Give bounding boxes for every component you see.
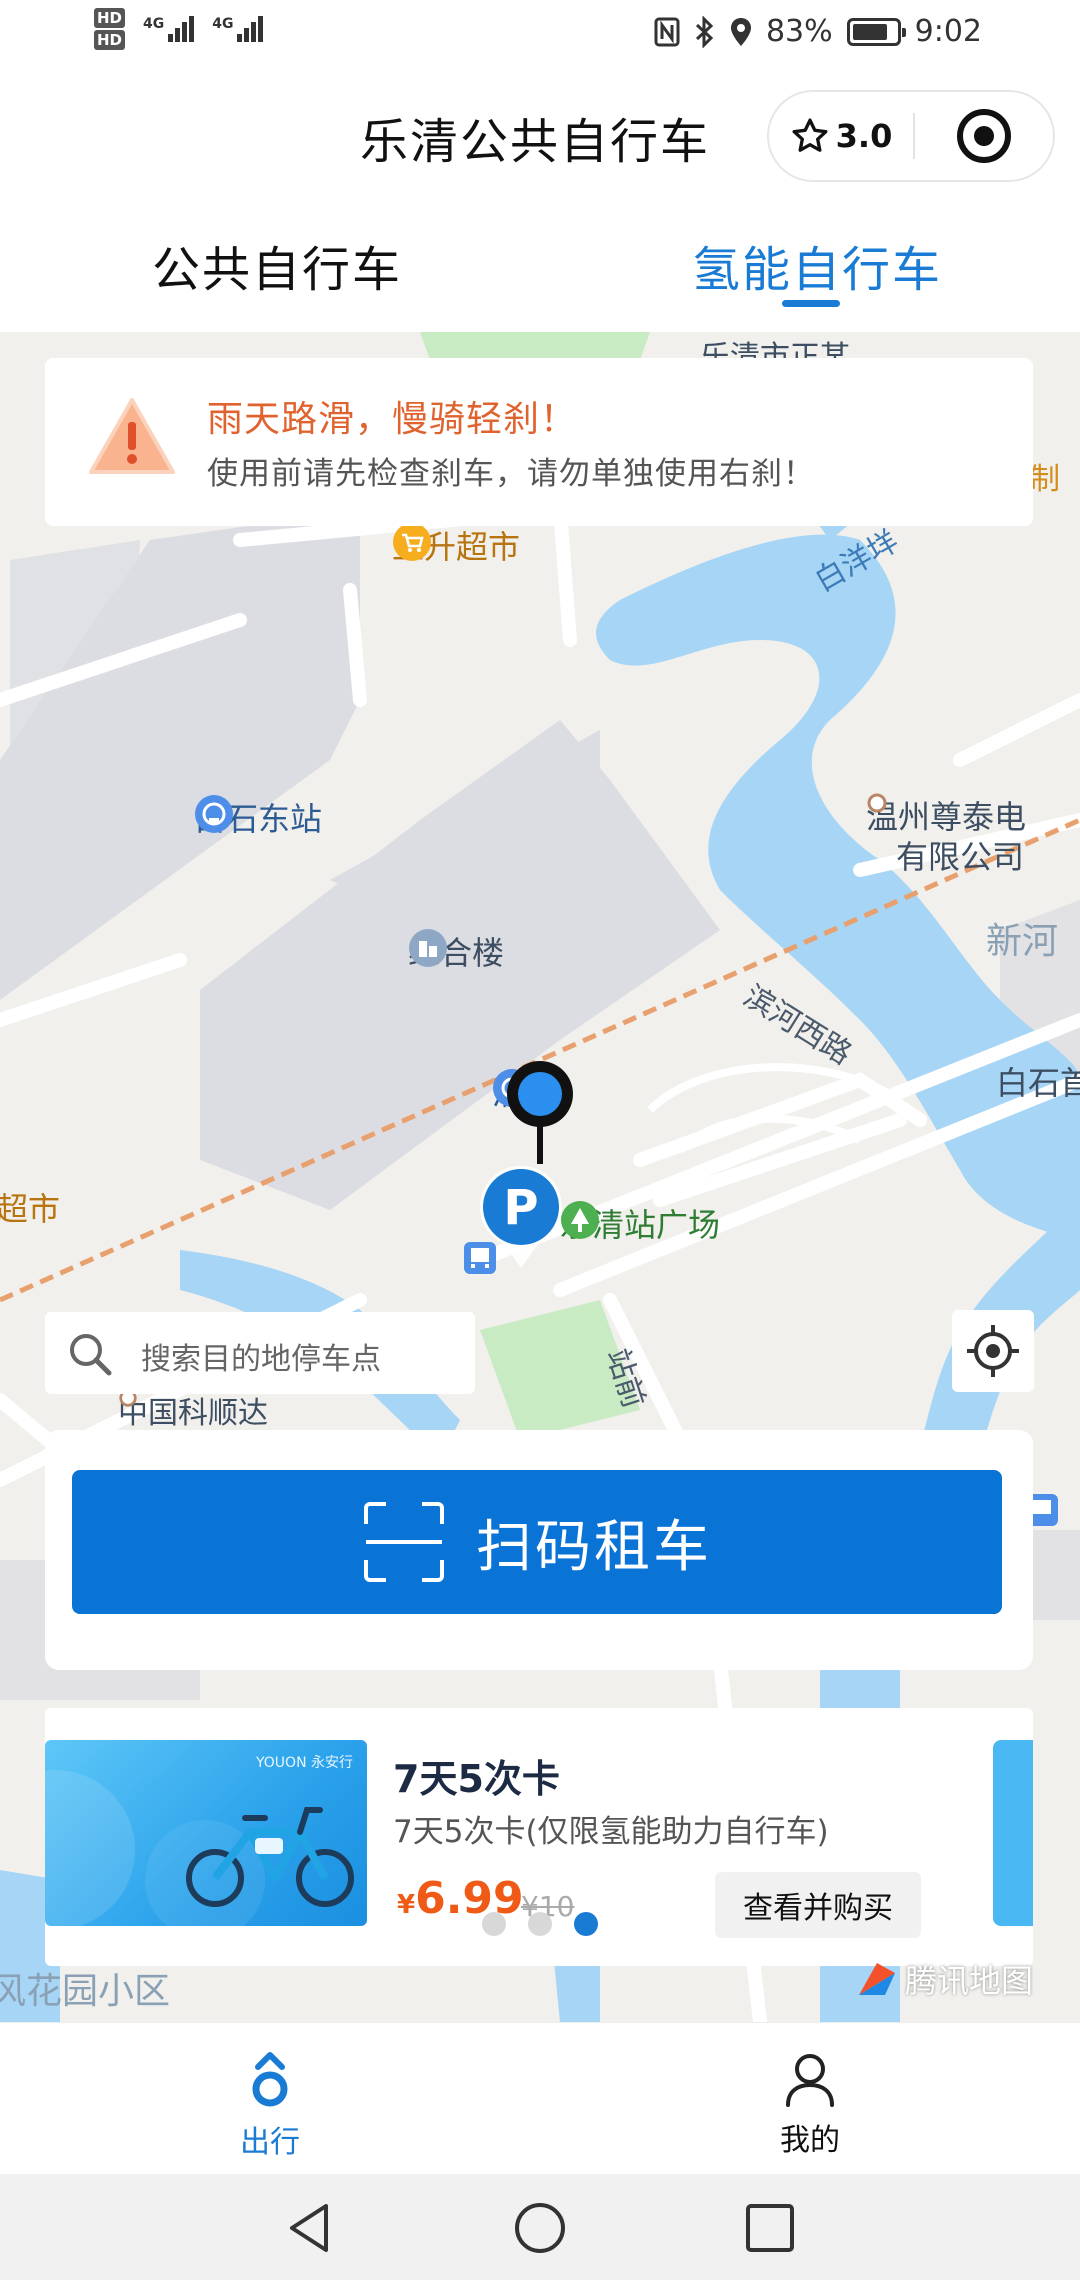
view-and-buy-button[interactable]: 查看并购买 [715, 1872, 921, 1938]
map-label-xinhe: 新河 [986, 921, 1059, 962]
locate-button[interactable] [952, 1310, 1034, 1392]
status-right: 83% 9:02 [654, 14, 982, 49]
tencent-map-logo: 腾讯地图 [855, 1956, 1033, 2002]
poi-dot-icon [867, 793, 887, 813]
train-station-icon [195, 795, 233, 833]
tencent-map-icon [859, 1963, 895, 1995]
battery-icon [846, 17, 906, 46]
nav-travel-label: 出行 [240, 2125, 300, 2160]
mini-program-header: 乐清公共自行车 3.0 [0, 72, 1080, 202]
nav-mine[interactable]: 我的 [730, 2051, 890, 2159]
notice-text: 使用前请先检查刹车，请勿单独使用右刹！ [207, 456, 815, 492]
tab-bar: 公共自行车 氢能自行车 [0, 202, 1080, 332]
map-label-baishi: 白石首 [996, 1064, 1080, 1102]
map-label-plaza: 乐清站广场 [560, 1200, 720, 1246]
ebike-illustration [45, 1770, 354, 1926]
hd-badge-2: HD [94, 30, 126, 50]
carousel-dot-active[interactable] [574, 1912, 598, 1936]
target-icon [957, 109, 1011, 163]
scan-panel: 扫码租车 [45, 1430, 1033, 1670]
map-label-right-edge: 制 [1030, 462, 1060, 497]
search-placeholder: 搜索目的地停车点 [141, 1342, 381, 1377]
rating-button[interactable]: 3.0 [769, 116, 913, 156]
home-icon[interactable] [512, 2200, 568, 2256]
tab-hydrogen-bike[interactable]: 氢能自行车 [692, 230, 942, 300]
promo-image: YOUON 永安行 [45, 1740, 367, 1926]
bottom-nav: 出行 我的 [0, 2022, 1080, 2174]
map-label-market: 超市 [0, 1190, 61, 1228]
clock: 9:02 [914, 14, 982, 49]
battery-percent: 83% [765, 14, 833, 49]
nav-mine-label: 我的 [780, 2123, 840, 2158]
carousel-dots [482, 1912, 598, 1936]
carousel-dot[interactable] [528, 1912, 552, 1936]
crosshair-icon [967, 1325, 1019, 1377]
rating-value: 3.0 [835, 117, 893, 155]
map-label-station-east: 白石东站 [194, 794, 322, 840]
recents-icon[interactable] [742, 2200, 798, 2256]
back-icon[interactable] [282, 2200, 338, 2256]
signal-1-icon: 4G [143, 16, 195, 42]
star-icon [792, 118, 828, 152]
scan-label: 扫码租车 [476, 1514, 712, 1580]
travel-icon [252, 2052, 288, 2107]
map-label-building: 综合楼 [408, 928, 504, 974]
card-description: 7天5次卡(仅限氢能助力自行车) [393, 1814, 829, 1850]
next-card-peek[interactable] [993, 1740, 1033, 1926]
card-title: 7天5次卡 [393, 1757, 560, 1801]
nfc-icon [654, 17, 680, 46]
safety-notice: 雨天路滑，慢骑轻刹！ 使用前请先检查刹车，请勿单独使用右刹！ [45, 358, 1033, 526]
system-navigation-bar [0, 2174, 1080, 2280]
notice-title: 雨天路滑，慢骑轻刹！ [207, 399, 578, 440]
scan-to-rent-button[interactable]: 扫码租车 [72, 1470, 1002, 1614]
signal-group: HD HD 4G 4G [94, 8, 264, 50]
bluetooth-icon [695, 15, 714, 48]
signal-2-icon: 4G [212, 16, 264, 42]
tab-active-indicator [782, 300, 840, 307]
scan-icon [364, 1502, 444, 1582]
hd-badges: HD HD [94, 8, 126, 50]
user-icon [786, 2054, 834, 2107]
hd-badge-1: HD [94, 8, 126, 28]
building-icon [409, 929, 447, 967]
status-bar: HD HD 4G 4G 83% 9:02 [0, 0, 1080, 72]
shopping-cart-icon [393, 523, 431, 561]
location-icon [730, 17, 751, 46]
tree-icon [561, 1201, 599, 1239]
map-label-company-2: 有限公司 [896, 838, 1025, 876]
map-label-garden: 风花园小区 [0, 1971, 171, 2012]
tab-public-bike[interactable]: 公共自行车 [152, 230, 402, 300]
map-label-supermarket: 上升超市 [392, 522, 520, 568]
warning-icon [89, 398, 175, 474]
carousel-dot[interactable] [482, 1912, 506, 1936]
close-miniprogram-button[interactable] [915, 109, 1053, 163]
search-icon [70, 1334, 112, 1376]
nav-travel[interactable]: 出行 [190, 2051, 350, 2161]
page-title: 乐清公共自行车 [360, 114, 711, 170]
capsule-menu[interactable]: 3.0 [767, 90, 1055, 182]
svg-text:P: P [503, 1180, 538, 1236]
map-label-zhongguo: 中国科顺达 [118, 1388, 268, 1432]
search-input[interactable]: 搜索目的地停车点 [45, 1312, 475, 1394]
